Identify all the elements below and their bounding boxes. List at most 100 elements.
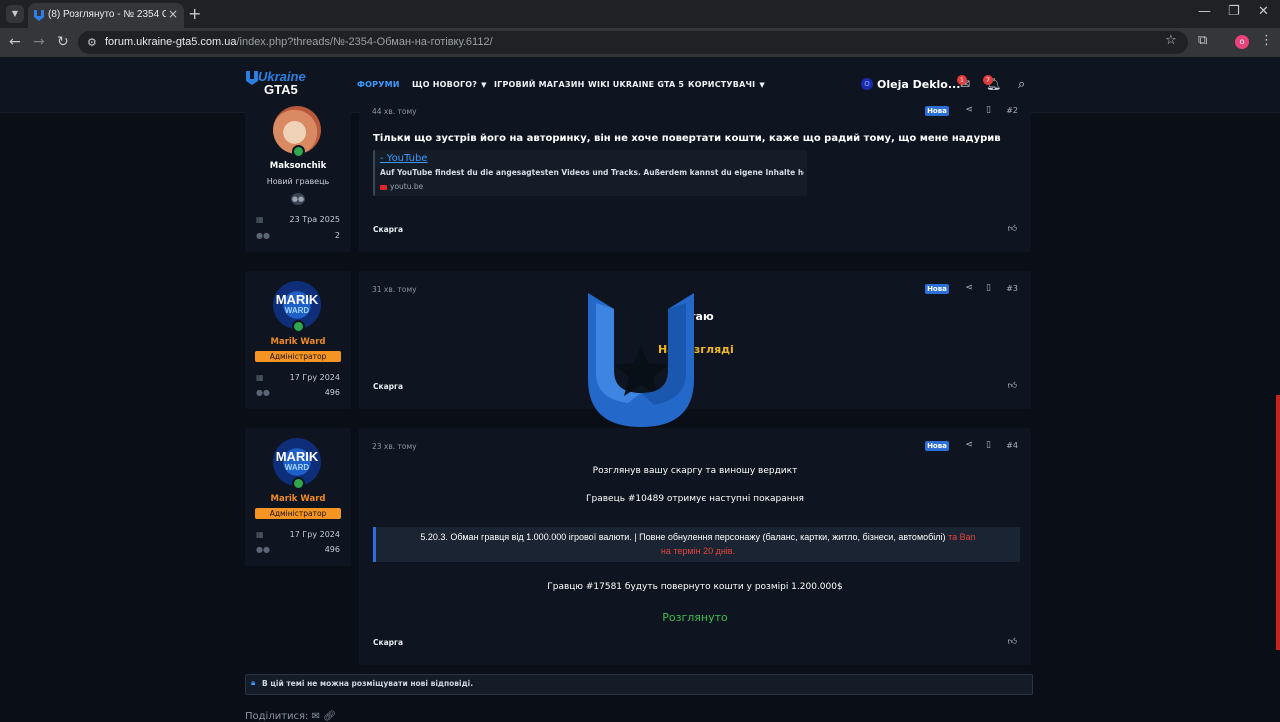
online-status-icon: [292, 320, 305, 333]
user-avatar[interactable]: O: [861, 78, 873, 90]
logo-u-icon: [246, 71, 258, 85]
report-link[interactable]: Скарга: [373, 225, 403, 234]
nav-forums[interactable]: ФОРУМИ: [357, 80, 400, 89]
messages-icon: ●●: [256, 388, 270, 397]
report-link[interactable]: Скарга: [373, 638, 403, 647]
share-icon[interactable]: ⋖: [965, 105, 973, 115]
avatar-subtext: WARD: [284, 463, 310, 472]
verdict-ban-term: на термін 20 днів.: [660, 546, 736, 556]
embed-description: Auf YouTube findest du die angesagtesten…: [380, 168, 804, 177]
user-name[interactable]: Oleja Deklo...: [877, 78, 960, 91]
post-number[interactable]: #2: [1006, 106, 1018, 115]
close-window-icon[interactable]: ✕: [1258, 4, 1269, 19]
scrollbar-thumb[interactable]: [1276, 395, 1280, 650]
user-card-marik-ward: MARIK WARD Marik Ward Адміністратор ▦ 17…: [245, 271, 351, 409]
new-badge: Нова: [925, 106, 949, 116]
youtube-icon: [380, 184, 387, 190]
post-time[interactable]: 31 хв. тому: [372, 285, 417, 294]
nav-wiki[interactable]: WIKI UKRAINE GTA 5: [588, 80, 684, 89]
site-favicon-icon: [34, 10, 44, 21]
message-count: 496: [324, 388, 340, 397]
youtube-embed[interactable]: - YouTube Auf YouTube findest du die ang…: [373, 150, 807, 196]
logo-bottom-text: GTA5: [264, 82, 298, 97]
site-info-icon[interactable]: ⚙: [87, 36, 97, 49]
chevron-down-icon: ▼: [481, 81, 487, 89]
reload-icon[interactable]: ↻: [57, 34, 69, 50]
messages-icon: ●●: [256, 231, 270, 240]
email-share-icon[interactable]: ✉: [312, 711, 320, 722]
post-2: 44 хв. тому Нова ⋖ ▯ #2 Тільки що зустрі…: [359, 105, 1031, 252]
admin-banner: Адміністратор: [255, 508, 341, 519]
address-url[interactable]: forum.ukraine-gta5.com.ua/index.php?thre…: [105, 36, 493, 48]
profile-avatar[interactable]: o: [1235, 35, 1249, 49]
report-link[interactable]: Скарга: [373, 382, 403, 391]
minimize-icon[interactable]: —: [1198, 4, 1211, 19]
site-logo[interactable]: Ukraine GTA5: [246, 69, 316, 99]
like-icon[interactable]: 👍︎: [1008, 637, 1017, 647]
browser-menu-icon[interactable]: ⋮: [1260, 33, 1273, 48]
online-status-icon: [292, 477, 305, 490]
forward-icon[interactable]: →: [33, 34, 45, 50]
new-tab-icon[interactable]: +: [188, 4, 201, 23]
admin-banner: Адміністратор: [255, 351, 341, 362]
share-label: Поділитися: ✉ 🔗︎: [245, 711, 336, 722]
post-3: 31 хв. тому Нова ⋖ ▯ #3 Вітаю На розгляд…: [359, 271, 1031, 409]
nav-whats-new[interactable]: ЩО НОВОГО? ▼: [412, 80, 487, 89]
verdict-text: 5.20.3. Обман гравця від 1.000.000 ігров…: [420, 532, 976, 542]
post-number[interactable]: #3: [1006, 284, 1018, 293]
messages-icon: ●●: [256, 545, 270, 554]
tab-search-button[interactable]: ▼: [6, 5, 24, 23]
author-name[interactable]: Marik Ward: [245, 494, 351, 504]
post-actions: Нова ⋖ ▯ #2: [918, 105, 1018, 118]
verdict-quote: 5.20.3. Обман гравця від 1.000.000 ігров…: [373, 527, 1020, 562]
joined-date: 17 Гру 2024: [289, 530, 340, 539]
bookmark-icon[interactable]: ▯: [986, 105, 991, 115]
online-status-icon: [292, 145, 305, 158]
status-pending: На розгляді: [658, 343, 734, 356]
post-4: 23 хв. тому Нова ⋖ ▯ #4 Розглянув вашу с…: [359, 428, 1031, 665]
bookmark-star-icon[interactable]: ☆: [1165, 33, 1177, 48]
calendar-icon: ▦: [256, 373, 264, 382]
like-icon[interactable]: 👍︎: [1008, 224, 1017, 234]
post-number[interactable]: #4: [1006, 441, 1018, 450]
lock-icon: 🔒︎: [251, 678, 256, 687]
embed-title-link[interactable]: - YouTube: [380, 153, 427, 164]
bookmark-icon[interactable]: ▯: [986, 283, 991, 293]
author-name[interactable]: Marik Ward: [245, 337, 351, 347]
search-icon[interactable]: ⌕: [1018, 77, 1025, 92]
ukraine-gta-watermark-icon: [588, 293, 694, 427]
avatar-text: MARIK: [275, 292, 319, 307]
back-icon[interactable]: ←: [9, 34, 21, 50]
nav-game-shop[interactable]: ІГРОВИЙ МАГАЗИН: [494, 80, 585, 89]
link-share-icon[interactable]: 🔗︎: [323, 711, 336, 722]
alerts-badge: 7: [983, 75, 993, 85]
nav-users[interactable]: КОРИСТУВАЧІ ▼: [688, 80, 765, 89]
share-icon[interactable]: ⋖: [965, 440, 973, 450]
joined-date: 23 Тра 2025: [289, 215, 341, 224]
bookmark-icon[interactable]: ▯: [986, 440, 991, 450]
like-icon[interactable]: 👍︎: [1008, 381, 1017, 391]
joined-date: 17 Гру 2024: [289, 373, 340, 382]
share-icon[interactable]: ⋖: [965, 283, 973, 293]
post-time[interactable]: 44 хв. тому: [372, 107, 417, 116]
avatar-subtext: WARD: [284, 306, 310, 315]
browser-tab[interactable]: (8) Розглянуто - № 2354 Обман на готівку…: [28, 3, 184, 28]
site-header: Ukraine GTA5 ФОРУМИ ЩО НОВОГО? ▼ ІГРОВИЙ …: [0, 57, 1280, 113]
refund-text: Гравцю #17581 будуть повернуто кошти у р…: [547, 582, 843, 592]
status-resolved: Розглянуто: [662, 611, 728, 624]
penalty-intro: Гравець #10489 отримує наступні покаранн…: [586, 494, 804, 504]
close-tab-icon[interactable]: ×: [168, 7, 178, 21]
post-message: Тільки що зустрів його на авторинку, він…: [373, 133, 1001, 144]
group-icon: ●●: [291, 193, 305, 205]
verdict-intro: Розглянув вашу скаргу та виношу вердикт: [592, 466, 798, 476]
post-actions: Нова ⋖ ▯ #4: [918, 440, 1018, 453]
post-actions: Нова ⋖ ▯ #3: [918, 283, 1018, 296]
restore-icon[interactable]: ❐: [1228, 4, 1240, 19]
author-name[interactable]: Maksonchik: [245, 161, 351, 171]
greeting-text: Вітаю: [677, 310, 714, 323]
user-title: Новий гравець: [266, 177, 330, 186]
address-bar[interactable]: ⚙ forum.ukraine-gta5.com.ua/index.php?th…: [78, 31, 1188, 54]
post-time[interactable]: 23 хв. тому: [372, 442, 417, 451]
message-count: 2: [334, 231, 340, 240]
extensions-icon[interactable]: ⧉: [1198, 33, 1207, 48]
